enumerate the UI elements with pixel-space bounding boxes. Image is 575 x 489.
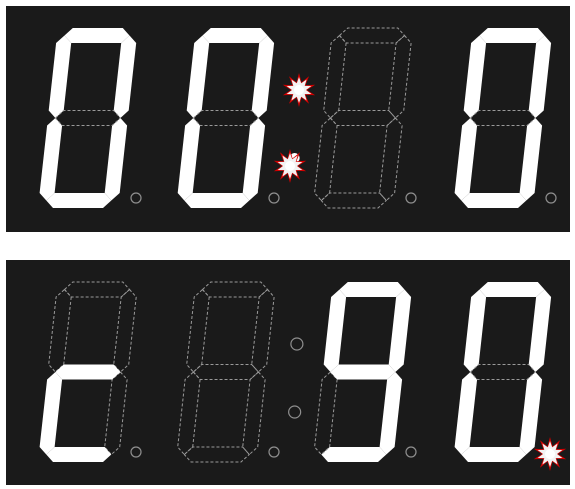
decimal-point: [268, 446, 280, 458]
decimal-point: [405, 192, 417, 204]
segment-e: [454, 118, 478, 201]
digit-4: [454, 28, 557, 208]
segment-d: [183, 446, 251, 463]
decimal-point: [130, 192, 142, 204]
segment-c: [519, 372, 543, 455]
segment-c: [242, 371, 266, 456]
bottom-seven-segment-display: [6, 260, 570, 485]
segment-d: [321, 447, 387, 462]
segment-f: [323, 34, 347, 119]
segment-g: [192, 110, 260, 126]
segment-f: [48, 288, 72, 373]
segment-g: [469, 364, 537, 380]
colon-dot-upper: [290, 337, 304, 351]
segment-a: [64, 28, 130, 43]
segment-c: [104, 118, 128, 201]
digit-1: [39, 281, 142, 462]
digit-3: [314, 27, 417, 209]
segment-b: [251, 35, 275, 118]
lit-colon-burst-icon: [282, 73, 316, 107]
segment-a: [479, 28, 545, 43]
segment-d: [461, 193, 527, 208]
segment-g: [330, 364, 396, 380]
segment-d: [461, 447, 527, 462]
lit-colon-burst-icon-core: [285, 161, 295, 171]
segment-c: [379, 372, 403, 455]
decimal-point: [130, 446, 142, 458]
segment-a: [63, 281, 131, 298]
segment-b: [113, 288, 137, 373]
segment-e: [454, 372, 478, 455]
segment-d: [320, 192, 388, 209]
segment-d: [184, 193, 250, 208]
decimal-point: [545, 192, 557, 204]
top-display-svg: [39, 27, 557, 209]
decimal-point: [405, 446, 417, 458]
segment-b: [113, 35, 137, 118]
segment-f: [186, 35, 210, 118]
segment-b: [528, 35, 552, 118]
decimal-point: [268, 192, 280, 204]
segment-c: [379, 117, 403, 202]
segment-d: [46, 447, 112, 462]
segment-e: [177, 371, 201, 456]
segment-a: [338, 27, 406, 44]
segment-c: [242, 118, 266, 201]
lit-dp-burst-icon-core: [545, 449, 555, 459]
segment-g: [55, 364, 121, 380]
segment-d: [46, 193, 112, 208]
lit-colon-burst-icon-core: [294, 85, 304, 95]
segment-f: [463, 35, 487, 118]
segment-b: [388, 289, 412, 372]
colon-dot-lower: [288, 405, 302, 419]
segment-e: [39, 118, 63, 201]
segment-b: [528, 289, 552, 372]
segment-f: [323, 289, 347, 372]
segment-g: [192, 364, 260, 380]
segment-a: [479, 282, 545, 297]
segment-f: [186, 288, 210, 373]
segment-f: [48, 35, 72, 118]
bottom-display-svg: [39, 281, 567, 471]
segment-e: [314, 371, 338, 456]
segment-c: [104, 371, 128, 456]
segment-e: [39, 372, 63, 455]
segment-b: [251, 288, 275, 373]
segment-e: [314, 117, 338, 202]
segment-g: [54, 110, 122, 126]
segment-b: [388, 34, 412, 119]
segment-f: [463, 289, 487, 372]
segment-a: [201, 281, 269, 298]
digit-2: [177, 281, 280, 463]
top-seven-segment-display: [6, 6, 570, 232]
segment-e: [177, 118, 201, 201]
segment-g: [469, 110, 537, 126]
segment-c: [519, 118, 543, 201]
segment-a: [339, 282, 405, 297]
segment-g: [329, 110, 397, 126]
lit-dp-burst-icon: [533, 437, 567, 471]
digit-4: [454, 282, 556, 462]
digit-2: [177, 28, 280, 208]
digit-1: [39, 28, 142, 208]
digit-3: [314, 282, 417, 462]
lit-colon-burst-icon: [273, 149, 307, 183]
segment-a: [202, 28, 268, 43]
